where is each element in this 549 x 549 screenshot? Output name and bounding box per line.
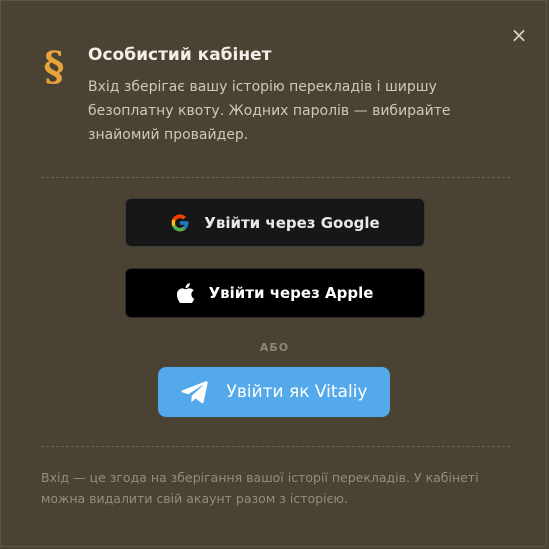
google-login-label: Увійти через Google	[204, 213, 380, 232]
google-icon	[170, 213, 190, 233]
section-sign-icon: §	[43, 43, 65, 90]
or-separator: АБО	[259, 341, 290, 354]
divider-top	[41, 177, 510, 178]
modal-title: Особистий кабінет	[88, 45, 272, 65]
telegram-icon	[180, 380, 209, 404]
apple-icon	[176, 283, 195, 303]
apple-login-button[interactable]: Увійти через Apple	[125, 268, 425, 318]
modal-subtitle: Вхід зберігає вашу історію перекладів і …	[88, 79, 451, 143]
apple-login-label: Увійти через Apple	[208, 284, 374, 302]
footer-note: Вхід — це згода на зберігання вашої істо…	[41, 470, 479, 506]
google-login-button[interactable]: Увійти через Google	[125, 198, 425, 247]
divider-bottom	[41, 446, 510, 447]
login-modal: × § Особистий кабінет Вхід зберігає вашу…	[0, 0, 547, 547]
telegram-login-button[interactable]: Увійти як Vitaliy	[158, 367, 390, 417]
close-icon[interactable]: ×	[507, 23, 531, 47]
telegram-login-label: Увійти як Vitaliy	[226, 382, 368, 402]
